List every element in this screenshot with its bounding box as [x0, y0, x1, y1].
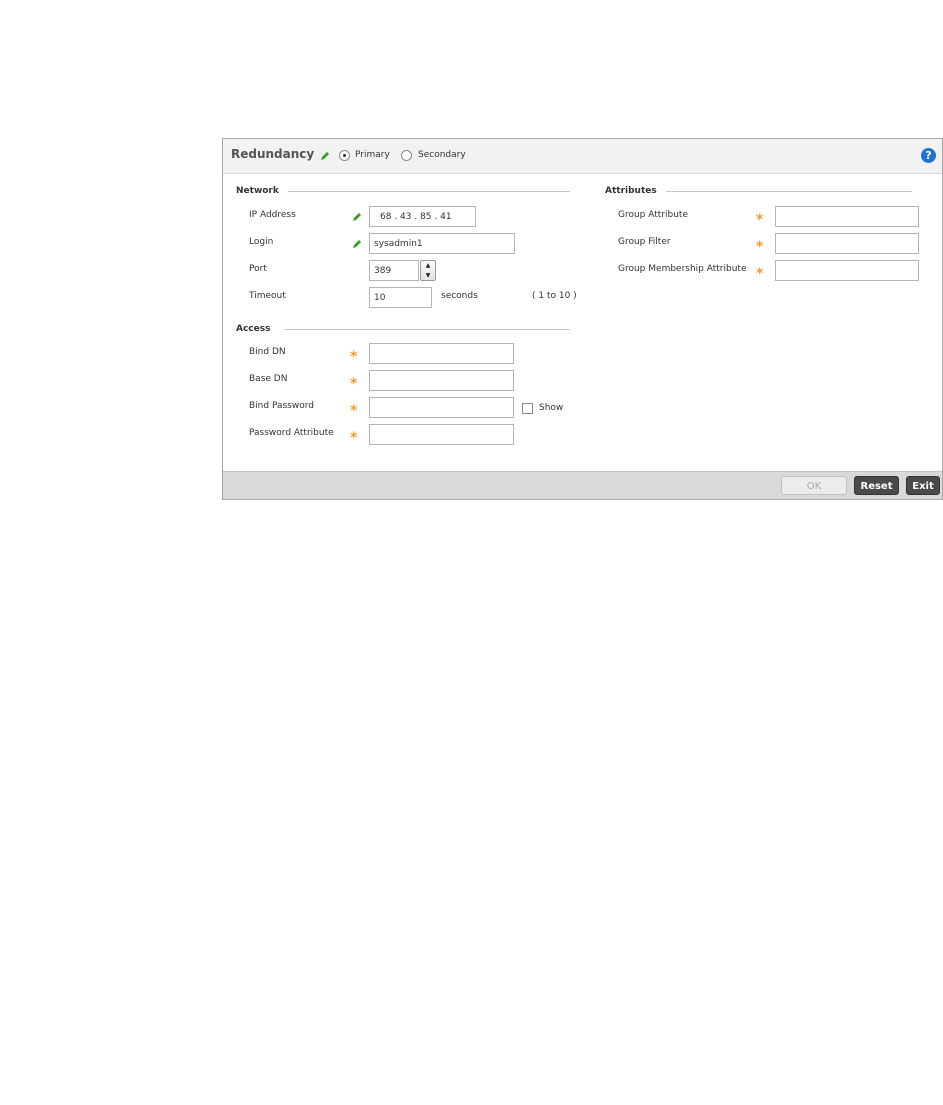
login-field[interactable]: sysadmin1 [369, 233, 515, 254]
base-dn-label: Base DN [249, 374, 288, 384]
login-label: Login [249, 237, 274, 247]
attributes-divider [666, 191, 912, 192]
group-membership-attribute-field[interactable] [775, 260, 919, 281]
port-stepper[interactable]: ▲ ▼ [420, 260, 436, 281]
ip-edit-pencil-icon [352, 212, 362, 222]
timeout-field[interactable]: 10 [369, 287, 432, 308]
bind-dn-field[interactable] [369, 343, 514, 364]
secondary-radio[interactable] [401, 150, 412, 161]
group-filter-field[interactable] [775, 233, 919, 254]
show-password-checkbox[interactable] [522, 403, 533, 414]
timeout-range: ( 1 to 10 ) [532, 291, 577, 301]
group-membership-attribute-label: Group Membership Attribute [618, 264, 747, 274]
help-icon[interactable]: ? [921, 148, 936, 163]
dialog-header: Redundancy Primary Secondary ? [223, 139, 942, 174]
dialog-title: Redundancy [231, 147, 315, 161]
required-star-icon: * [756, 266, 764, 282]
password-attribute-label: Password Attribute [249, 428, 334, 438]
required-star-icon: * [350, 430, 358, 446]
dialog-footer: OK Reset Exit [223, 471, 942, 499]
primary-label: Primary [355, 150, 390, 160]
required-star-icon: * [350, 349, 358, 365]
exit-button[interactable]: Exit [906, 476, 940, 495]
group-filter-label: Group Filter [618, 237, 671, 247]
show-password-label: Show [539, 403, 564, 413]
group-attribute-field[interactable] [775, 206, 919, 227]
access-section-title: Access [236, 324, 271, 334]
required-star-icon: * [350, 403, 358, 419]
ip-address-field[interactable]: 68 . 43 . 85 . 41 [369, 206, 476, 227]
base-dn-field[interactable] [369, 370, 514, 391]
redundancy-dialog: Redundancy Primary Secondary ? Network I… [222, 138, 943, 500]
attributes-section-title: Attributes [605, 186, 657, 196]
bind-password-field[interactable] [369, 397, 514, 418]
primary-radio[interactable] [339, 150, 350, 161]
port-label: Port [249, 264, 267, 274]
group-attribute-label: Group Attribute [618, 210, 689, 220]
chevron-down-icon[interactable]: ▼ [421, 271, 435, 280]
ip-address-label: IP Address [249, 210, 296, 220]
bind-dn-label: Bind DN [249, 347, 286, 357]
secondary-label: Secondary [418, 150, 466, 160]
timeout-label: Timeout [249, 291, 286, 301]
password-attribute-field[interactable] [369, 424, 514, 445]
port-field[interactable]: 389 [369, 260, 419, 281]
network-section-title: Network [236, 186, 279, 196]
network-divider [288, 191, 570, 192]
access-divider [284, 329, 570, 330]
required-star-icon: * [756, 239, 764, 255]
required-star-icon: * [350, 376, 358, 392]
timeout-unit: seconds [441, 291, 478, 301]
login-edit-pencil-icon [352, 239, 362, 249]
bind-password-label: Bind Password [249, 401, 314, 411]
required-star-icon: * [756, 212, 764, 228]
reset-button[interactable]: Reset [854, 476, 899, 495]
chevron-up-icon[interactable]: ▲ [421, 261, 435, 270]
ok-button[interactable]: OK [781, 476, 847, 495]
edit-pencil-icon [320, 151, 330, 161]
